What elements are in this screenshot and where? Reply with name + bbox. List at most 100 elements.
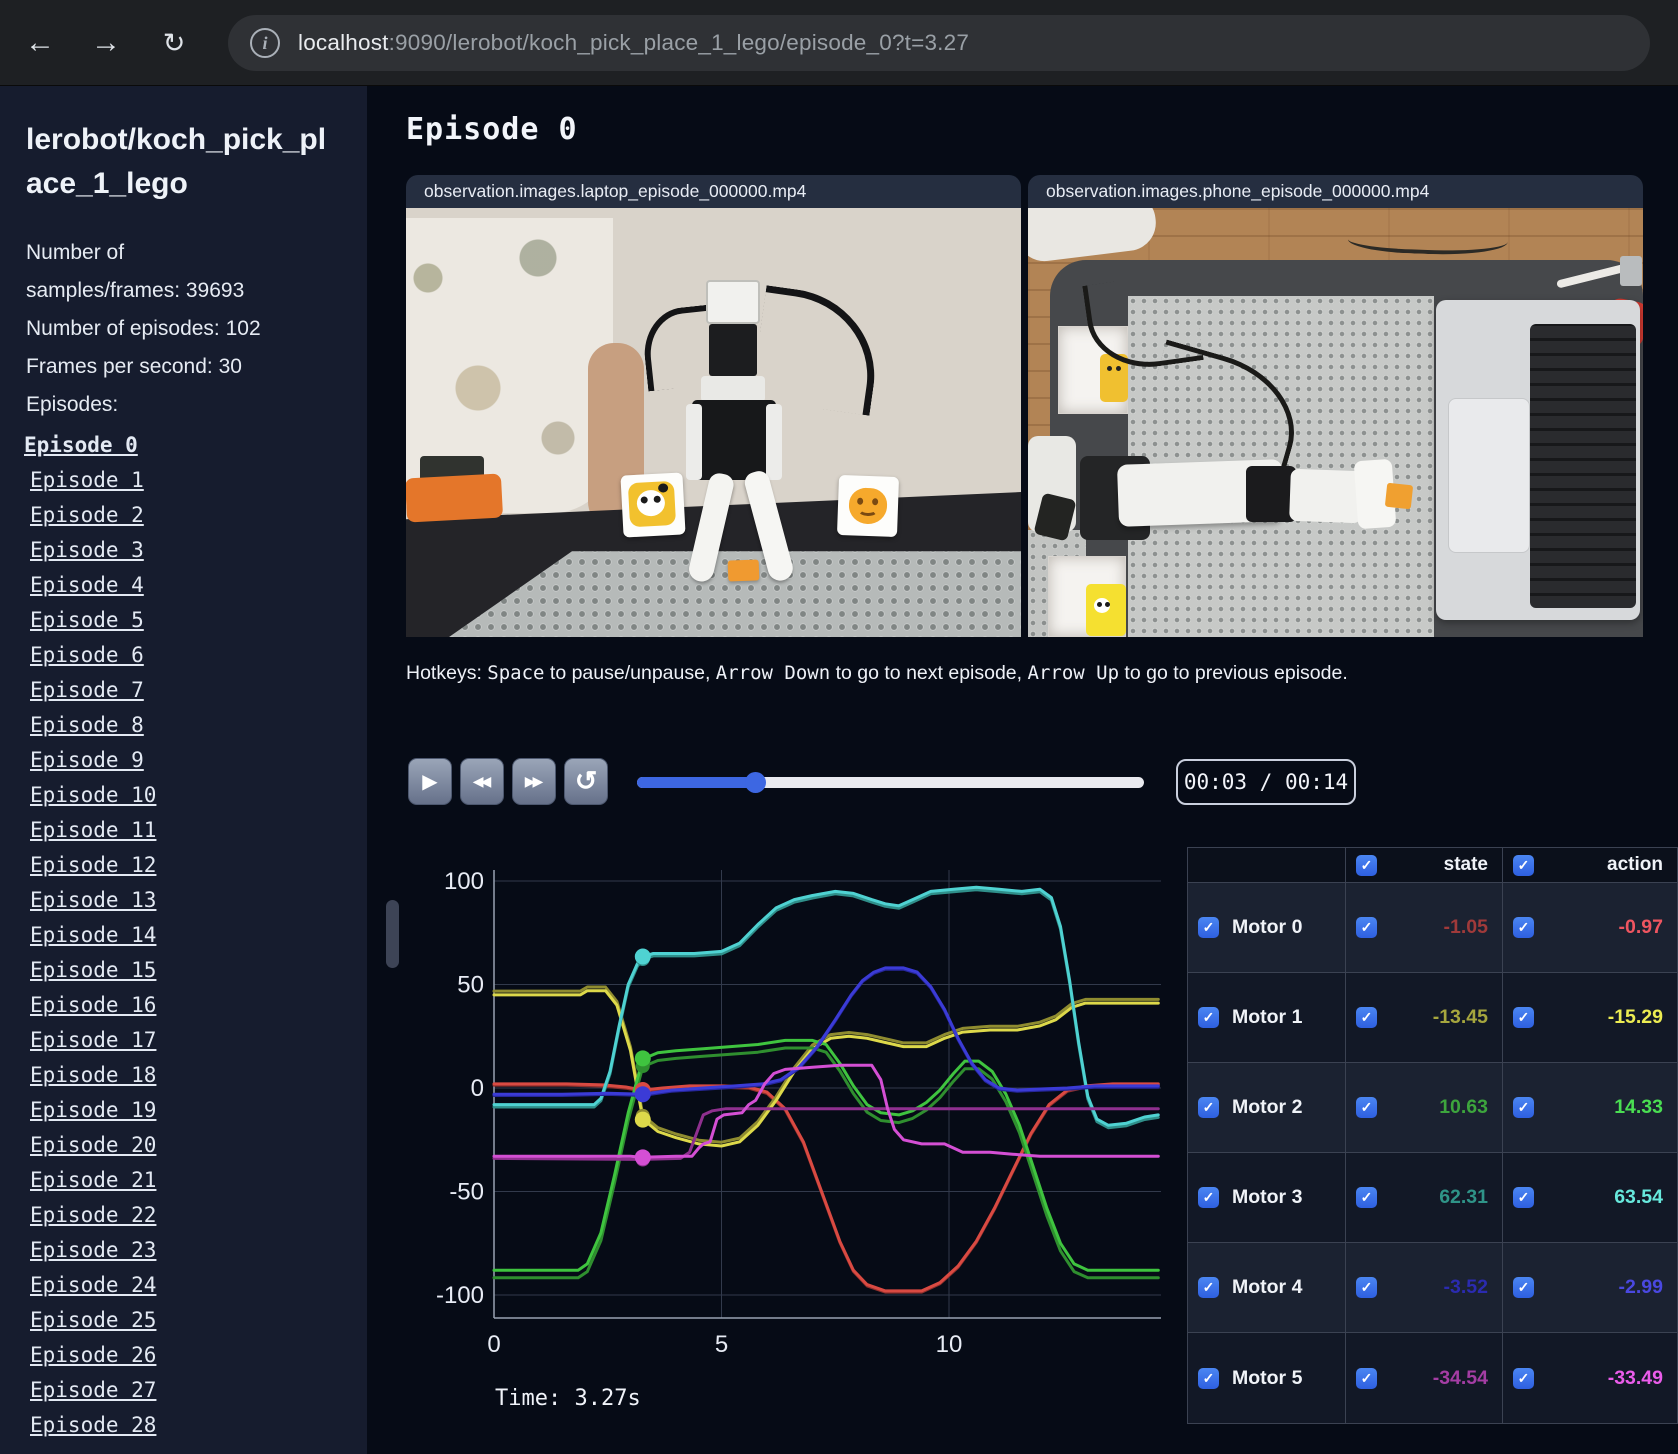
robot-body-plate-right	[766, 404, 782, 480]
fast-forward-button[interactable]: ▶▶	[512, 758, 556, 805]
sidebar-episode-link[interactable]: Episode 2	[30, 498, 367, 533]
state-checkbox[interactable]: ✓	[1356, 1367, 1377, 1389]
laptop-video-caption: observation.images.laptop_episode_000000…	[406, 175, 1021, 208]
robot-body	[692, 400, 776, 480]
url-text[interactable]: localhost:9090/lerobot/koch_pick_place_1…	[298, 30, 969, 56]
state-value-cell: ✓ -13.45	[1346, 973, 1503, 1063]
rewind-button[interactable]: ◀◀	[460, 758, 504, 805]
robot-camera-head	[706, 280, 760, 324]
sidebar-episode-link[interactable]: Episode 16	[30, 988, 367, 1023]
svg-text:-50: -50	[449, 1179, 484, 1206]
action-checkbox[interactable]: ✓	[1513, 1007, 1534, 1028]
motor-checkbox[interactable]: ✓	[1198, 1007, 1219, 1028]
sidebar-episode-link[interactable]: Episode 18	[30, 1058, 367, 1093]
sidebar-episode-link[interactable]: Episode 22	[30, 1198, 367, 1233]
laptop-video-card: observation.images.laptop_episode_000000…	[406, 175, 1021, 637]
sidebar-episode-link[interactable]: Episode 27	[30, 1373, 367, 1408]
seek-slider-thumb[interactable]	[745, 772, 767, 793]
motor-checkbox[interactable]: ✓	[1198, 1097, 1219, 1118]
state-checkbox[interactable]: ✓	[1356, 1007, 1377, 1028]
state-checkbox[interactable]: ✓	[1356, 1187, 1377, 1208]
motor-table-body: ✓ Motor 0 ✓ -1.05 ✓ -0.97 ✓ Motor 1 ✓ -13.45 ✓ -15.…	[1188, 883, 1677, 1423]
state-value-cell: ✓ -1.05	[1346, 883, 1503, 973]
site-info-icon[interactable]: i	[250, 28, 280, 58]
motor-checkbox[interactable]: ✓	[1198, 1277, 1219, 1298]
motor-checkbox[interactable]: ✓	[1198, 1187, 1219, 1208]
header-empty-cell	[1188, 848, 1346, 883]
sidebar-episode-link[interactable]: Episode 3	[30, 533, 367, 568]
play-button-icon: ▶	[422, 771, 438, 793]
key-arrow-up: Arrow Up	[1027, 662, 1120, 684]
forward-icon[interactable]: →	[78, 0, 134, 86]
info-samples-value: samples/frames: 39693	[26, 279, 245, 302]
sidebar-episode-link[interactable]: Episode 1	[30, 463, 367, 498]
action-checkbox[interactable]: ✓	[1513, 917, 1534, 938]
sidebar-episode-link[interactable]: Episode 10	[30, 778, 367, 813]
sidebar-episode-link[interactable]: Episode 9	[30, 743, 367, 778]
svg-text:10: 10	[936, 1331, 963, 1358]
laptop-video[interactable]	[406, 208, 1021, 637]
laptop-keyboard	[1530, 324, 1636, 608]
sidebar-episode-link[interactable]: Episode 0	[24, 428, 367, 463]
state-checkbox[interactable]: ✓	[1356, 1097, 1377, 1118]
motor-row: ✓ Motor 5 ✓ -34.54 ✓ -33.49	[1188, 1333, 1677, 1423]
svg-text:0: 0	[487, 1331, 500, 1358]
phone-video[interactable]	[1028, 208, 1643, 637]
url-host: localhost	[298, 30, 389, 55]
page-title: Episode 0	[406, 112, 578, 147]
sidebar-episode-link[interactable]: Episode 8	[30, 708, 367, 743]
episode-list: Episode 0 Episode 1 Episode 2 Episode 3 Epis…	[24, 428, 367, 1443]
chart-time-label: Time: 3.27s	[495, 1386, 641, 1411]
sidebar-episode-link[interactable]: Episode 21	[30, 1163, 367, 1198]
sidebar-episode-link[interactable]: Episode 4	[30, 568, 367, 603]
sidebar-episode-link[interactable]: Episode 28	[30, 1408, 367, 1443]
sidebar-episode-link[interactable]: Episode 15	[30, 953, 367, 988]
motor-checkbox[interactable]: ✓	[1198, 917, 1219, 938]
sidebar-episode-link[interactable]: Episode 7	[30, 673, 367, 708]
loop-button[interactable]: ↺	[564, 758, 608, 805]
play-button[interactable]: ▶	[408, 758, 452, 805]
seek-slider[interactable]	[637, 772, 1144, 793]
scrollbar-thumb[interactable]	[386, 900, 399, 968]
motor-checkbox[interactable]: ✓	[1198, 1367, 1219, 1389]
motor-name-cell: ✓ Motor 3	[1188, 1153, 1346, 1243]
action-value: 14.33	[1614, 1096, 1663, 1118]
sidebar-episode-link[interactable]: Episode 6	[30, 638, 367, 673]
sidebar-episode-link[interactable]: Episode 26	[30, 1338, 367, 1373]
dataset-title-line1: lerobot/koch_pick_pl	[26, 123, 327, 156]
motor-chart-svg: 100500-50-1000 5 10	[436, 868, 1161, 1358]
sidebar-episode-link[interactable]: Episode 5	[30, 603, 367, 638]
state-checkbox[interactable]: ✓	[1356, 1277, 1377, 1298]
motor-chart[interactable]: 100 50 0 -50 -100 0 5 10	[406, 830, 1186, 1370]
reload-icon[interactable]: ↻	[146, 0, 202, 86]
sidebar-episode-link[interactable]: Episode 20	[30, 1128, 367, 1163]
sidebar-episode-link[interactable]: Episode 14	[30, 918, 367, 953]
sidebar-episode-link[interactable]: Episode 23	[30, 1233, 367, 1268]
time-display: 00:03 / 00:14	[1176, 759, 1356, 805]
address-bar[interactable]: i localhost:9090/lerobot/koch_pick_place…	[228, 15, 1650, 71]
motor-row: ✓ Motor 3 ✓ 62.31 ✓ 63.54	[1188, 1153, 1677, 1243]
action-checkbox[interactable]: ✓	[1513, 1187, 1534, 1208]
hotkeys-text: Hotkeys:	[406, 662, 488, 684]
back-icon[interactable]: ←	[12, 0, 68, 86]
action-checkbox[interactable]: ✓	[1513, 1367, 1534, 1389]
sidebar-episode-link[interactable]: Episode 13	[30, 883, 367, 918]
hotkeys-help: Hotkeys: Space to pause/unpause, Arrow D…	[406, 662, 1348, 684]
state-checkbox[interactable]: ✓	[1356, 917, 1377, 938]
sidebar-episode-link[interactable]: Episode 19	[30, 1093, 367, 1128]
sidebar-episode-link[interactable]: Episode 24	[30, 1268, 367, 1303]
svg-text:5: 5	[715, 1331, 728, 1358]
sidebar-episode-link[interactable]: Episode 11	[30, 813, 367, 848]
smiley-card	[836, 474, 900, 538]
state-value: -3.52	[1443, 1276, 1488, 1298]
action-checkbox[interactable]: ✓	[1513, 1097, 1534, 1118]
sidebar-episode-link[interactable]: Episode 17	[30, 1023, 367, 1058]
browser-toolbar: ← → ↻ i localhost:9090/lerobot/koch_pick…	[0, 0, 1678, 86]
action-column-checkbox[interactable]: ✓	[1513, 854, 1534, 876]
sidebar-episode-link[interactable]: Episode 12	[30, 848, 367, 883]
action-value: -33.49	[1607, 1366, 1663, 1389]
action-checkbox[interactable]: ✓	[1513, 1277, 1534, 1298]
state-column-checkbox[interactable]: ✓	[1356, 854, 1377, 876]
sidebar-episode-link[interactable]: Episode 25	[30, 1303, 367, 1338]
usb-plug	[1620, 256, 1642, 286]
